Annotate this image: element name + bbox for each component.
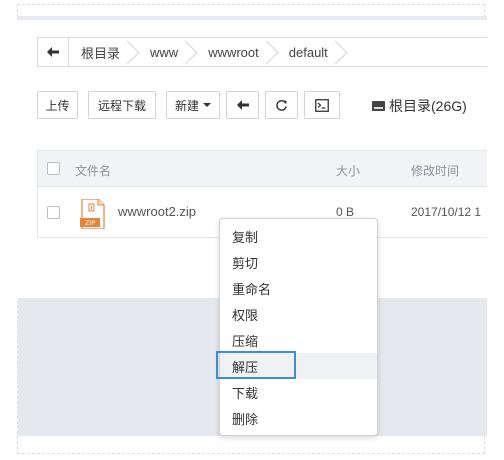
breadcrumb-item-default[interactable]: default [277,38,346,66]
context-menu: 复制 剪切 重命名 权限 压缩 解压 下载 删除 [219,218,378,436]
refresh-icon [276,99,287,111]
new-dropdown-button[interactable]: 新建 [166,91,220,119]
menu-item-label: 删除 [232,411,259,427]
breadcrumb-label: wwwroot [208,44,259,60]
remote-download-label: 远程下载 [97,98,146,113]
breadcrumb-label: default [288,44,328,60]
breadcrumb-label: 根目录 [81,45,121,61]
remote-download-button[interactable]: 远程下载 [88,91,156,119]
menu-item-compress[interactable]: 压缩 [220,327,377,353]
column-header-modified[interactable]: 修改时间 [411,162,459,179]
menu-item-label: 压缩 [232,333,259,349]
caret-down-icon [203,103,211,107]
row-checkbox[interactable] [47,206,60,219]
breadcrumb: 根目录 www wwwroot default [37,37,487,67]
breadcrumb-item-wwwroot[interactable]: wwwroot [196,38,277,66]
upload-label: 上传 [45,98,70,113]
menu-item-label: 权限 [232,307,259,323]
breadcrumb-back-button[interactable] [38,38,69,66]
terminal-icon [315,98,329,112]
table-header: 文件名 大小 修改时间 [38,151,487,187]
breadcrumb-item-www[interactable]: www [138,38,196,66]
breadcrumb-label: www [150,44,179,60]
extract-highlight-box [216,351,296,379]
refresh-button[interactable] [265,91,298,119]
menu-item-label: 复制 [232,229,259,245]
file-size: 0 B [336,205,355,219]
menu-item-permissions[interactable]: 权限 [220,301,377,327]
menu-item-cut[interactable]: 剪切 [220,249,377,275]
column-header-size[interactable]: 大小 [336,162,360,179]
menu-item-download[interactable]: 下载 [220,379,377,405]
menu-item-rename[interactable]: 重命名 [220,275,377,301]
zip-icon-label: ZIP [85,219,95,227]
menu-item-label: 下载 [232,385,259,401]
disk-selector[interactable]: 根目录(26G) [372,96,467,116]
menu-item-label: 剪切 [232,255,259,271]
upload-button[interactable]: 上传 [37,91,78,119]
select-all-checkbox[interactable] [47,162,60,175]
back-button[interactable] [226,91,259,119]
file-name[interactable]: wwwroot2.zip [118,204,196,219]
disk-label: 根目录(26G) [389,98,467,114]
menu-item-delete[interactable]: 删除 [220,405,377,431]
terminal-button[interactable] [304,91,340,119]
new-label: 新建 [174,98,199,113]
file-modified: 2017/10/12 1 [411,205,482,219]
column-header-name[interactable]: 文件名 [75,162,111,179]
menu-item-label: 重命名 [232,281,272,297]
zip-file-icon: ZIP [80,199,105,229]
hard-drive-icon [372,101,385,111]
arrow-left-icon [236,100,249,110]
menu-item-copy[interactable]: 复制 [220,223,377,249]
arrow-left-icon [47,47,59,57]
breadcrumb-item-root[interactable]: 根目录 [69,38,138,66]
